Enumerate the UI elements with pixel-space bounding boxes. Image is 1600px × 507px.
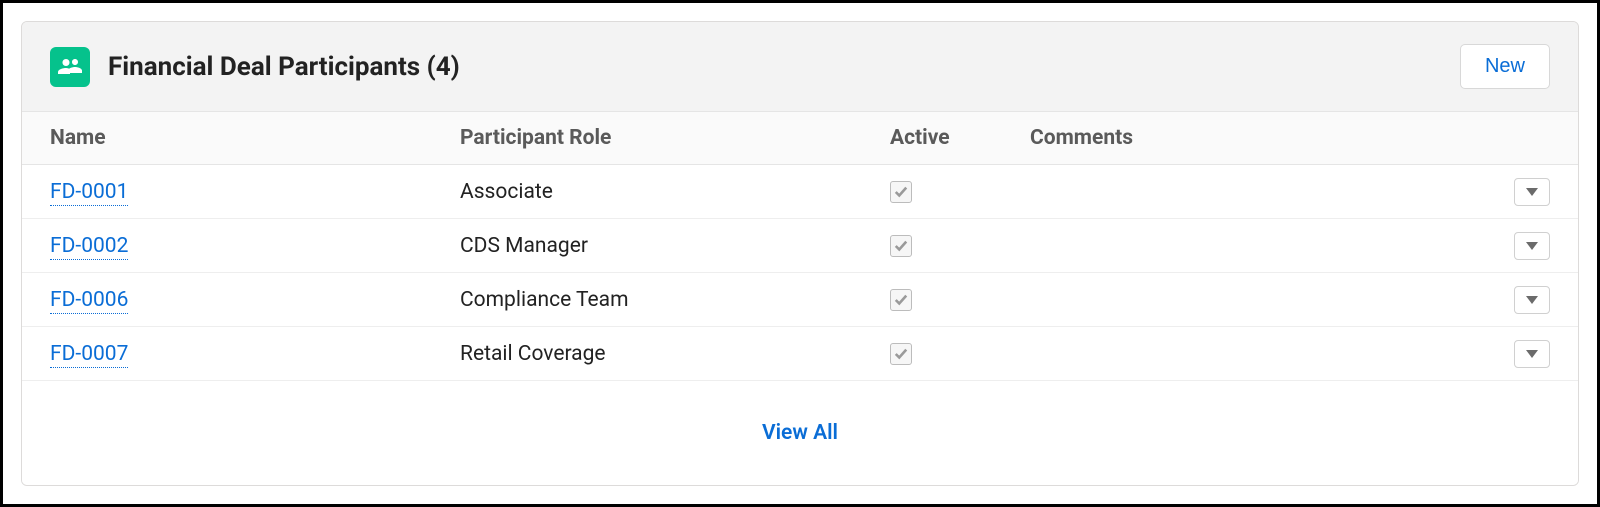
record-name-link[interactable]: FD-0002 — [50, 234, 128, 260]
participant-role-cell: Retail Coverage — [460, 342, 890, 366]
table-header-row: Name Participant Role Active Comments — [22, 112, 1578, 165]
participant-role-cell: CDS Manager — [460, 234, 890, 258]
participants-icon — [50, 47, 90, 87]
table-row: FD-0006 Compliance Team — [22, 273, 1578, 327]
row-actions-button[interactable] — [1514, 178, 1550, 206]
related-list-card: Financial Deal Participants (4) New Name… — [21, 21, 1579, 486]
table-row: FD-0001 Associate — [22, 165, 1578, 219]
chevron-down-icon — [1526, 242, 1538, 250]
column-header-role[interactable]: Participant Role — [460, 126, 890, 150]
new-button[interactable]: New — [1460, 44, 1550, 89]
card-header: Financial Deal Participants (4) New — [22, 22, 1578, 112]
column-header-active[interactable]: Active — [890, 126, 1030, 150]
column-header-name[interactable]: Name — [50, 126, 460, 150]
table-row: FD-0002 CDS Manager — [22, 219, 1578, 273]
record-name-link[interactable]: FD-0001 — [50, 180, 128, 206]
card-footer: View All — [22, 381, 1578, 485]
chevron-down-icon — [1526, 188, 1538, 196]
chevron-down-icon — [1526, 350, 1538, 358]
chevron-down-icon — [1526, 296, 1538, 304]
column-header-comments[interactable]: Comments — [1030, 126, 1490, 150]
table-body: FD-0001AssociateFD-0002CDS ManagerFD-000… — [22, 165, 1578, 381]
record-name-link[interactable]: FD-0007 — [50, 342, 128, 368]
row-actions-button[interactable] — [1514, 340, 1550, 368]
record-name-link[interactable]: FD-0006 — [50, 288, 128, 314]
participant-role-cell: Associate — [460, 180, 890, 204]
row-actions-button[interactable] — [1514, 232, 1550, 260]
active-checkbox — [890, 235, 912, 257]
table-row: FD-0007 Retail Coverage — [22, 327, 1578, 381]
view-all-link[interactable]: View All — [762, 421, 838, 445]
row-actions-button[interactable] — [1514, 286, 1550, 314]
card-title: Financial Deal Participants (4) — [108, 52, 1460, 82]
active-checkbox — [890, 289, 912, 311]
active-checkbox — [890, 343, 912, 365]
participant-role-cell: Compliance Team — [460, 288, 890, 312]
active-checkbox — [890, 181, 912, 203]
